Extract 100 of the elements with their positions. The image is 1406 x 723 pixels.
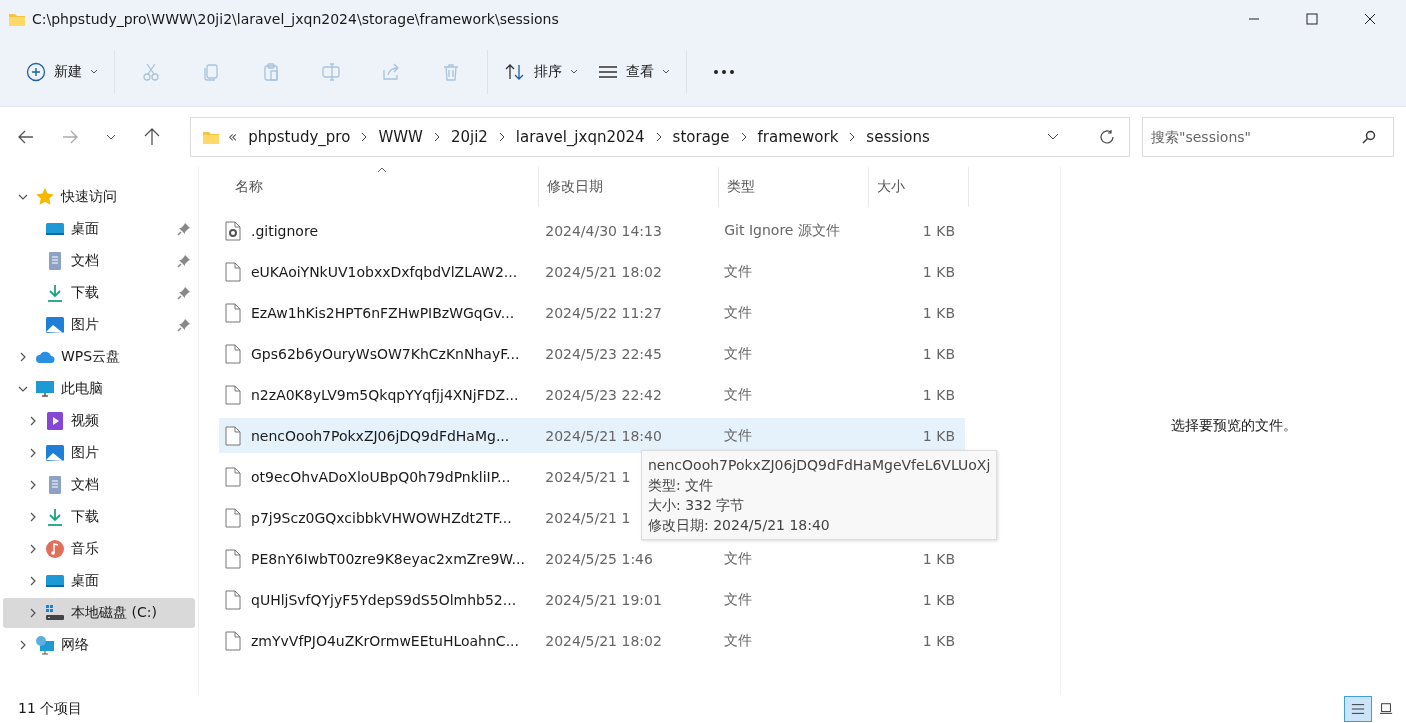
- file-type: 文件: [724, 549, 753, 568]
- refresh-icon[interactable]: [1099, 129, 1115, 145]
- column-header[interactable]: 修改日期: [539, 167, 719, 207]
- breadcrumb[interactable]: laravel_jxqn2024: [515, 128, 645, 146]
- file-row[interactable]: PE8nY6IwbT00zre9K8eyac2xmZre9W... 2024/5/25 1:46 文件 1 KB: [219, 541, 965, 576]
- close-icon[interactable]: [1364, 13, 1376, 25]
- column-header[interactable]: 类型: [719, 167, 869, 207]
- music-icon: [45, 539, 65, 559]
- rename-icon: [321, 62, 341, 82]
- expand-icon[interactable]: [28, 608, 38, 618]
- address-bar[interactable]: « phpstudy_pro WWW 20ji2 laravel_jxqn2024 storage framework sessions: [190, 117, 1130, 157]
- tree-item[interactable]: 本地磁盘 (C:): [3, 598, 195, 628]
- tree-item[interactable]: 网络: [3, 630, 195, 660]
- breadcrumb[interactable]: WWW: [378, 128, 423, 146]
- expand-icon[interactable]: [28, 416, 38, 426]
- file-row[interactable]: .gitignore 2024/4/30 14:13 Git Ignore 源文件 1 KB: [219, 213, 965, 248]
- expand-icon[interactable]: [28, 512, 38, 522]
- download-icon: [45, 283, 65, 303]
- breadcrumb[interactable]: phpstudy_pro: [248, 128, 351, 146]
- more-icon[interactable]: [713, 69, 735, 75]
- sort-button[interactable]: 排序: [494, 53, 588, 91]
- breadcrumb[interactable]: sessions: [866, 128, 930, 146]
- new-button[interactable]: 新建: [16, 53, 108, 91]
- expand-icon[interactable]: [18, 640, 28, 650]
- file-size: 1 KB: [922, 550, 955, 567]
- file-row[interactable]: EzAw1hKis2HPT6nFZHwPIBzWGqGv... 2024/5/22 11:27 文件 1 KB: [219, 295, 965, 330]
- pin-icon[interactable]: [177, 254, 191, 268]
- drive-icon: [45, 603, 65, 623]
- modified-date: 2024/5/21 19:01: [545, 591, 662, 608]
- tree-item[interactable]: 音乐: [3, 534, 195, 564]
- expand-icon[interactable]: [18, 352, 28, 362]
- file-row[interactable]: n2zA0K8yLV9m5QkqpYYqfjj4XNjFDZ... 2024/5/23 22:42 文件 1 KB: [219, 377, 965, 412]
- file-name: EzAw1hKis2HPT6nFZHwPIBzWGqGv...: [251, 304, 515, 321]
- tree-item[interactable]: 下载: [3, 278, 195, 308]
- copy-icon: [201, 62, 221, 82]
- overflow-mark[interactable]: «: [228, 128, 238, 146]
- file-icon: [225, 548, 241, 569]
- modified-date: 2024/5/21 18:40: [545, 427, 662, 444]
- file-icon: [225, 261, 241, 282]
- chevron-icon: [361, 132, 368, 142]
- file-row[interactable]: eUKAoiYNkUV1obxxDxfqbdVlZLAW2... 2024/5/21 18:02 文件 1 KB: [219, 254, 965, 289]
- tree-item[interactable]: 视频: [3, 406, 195, 436]
- pictures-icon: [45, 315, 65, 335]
- recent-locations-icon[interactable]: [106, 134, 116, 140]
- file-name: ot9ecOhvADoXloUBpQ0h79dPnkliIP...: [251, 468, 511, 485]
- file-row[interactable]: nencOooh7PokxZJ06jDQ9dFdHaMg... 2024/5/21 18:40 文件 1 KB: [219, 418, 965, 453]
- tree-item[interactable]: 桌面: [3, 214, 195, 244]
- tree-item[interactable]: 图片: [3, 438, 195, 468]
- tooltip-line: 大小: 332 字节: [648, 496, 746, 515]
- collapse-icon[interactable]: [18, 192, 28, 202]
- expand-icon[interactable]: [28, 448, 38, 458]
- collapse-icon[interactable]: [18, 384, 28, 394]
- tree-item[interactable]: 下载: [3, 502, 195, 532]
- breadcrumb[interactable]: storage: [672, 128, 730, 146]
- tree-item[interactable]: 桌面: [3, 566, 195, 596]
- file-name: p7j9Scz0GQxcibbkVHWOWHZdt2TF...: [251, 509, 512, 526]
- tree-item[interactable]: 文档: [3, 470, 195, 500]
- expand-icon[interactable]: [28, 480, 38, 490]
- view-button[interactable]: 查看: [588, 53, 680, 91]
- tree-item[interactable]: 快速访问: [3, 182, 195, 212]
- modified-date: 2024/5/23 22:42: [545, 386, 662, 403]
- tree-item[interactable]: 此电脑: [3, 374, 195, 404]
- file-size: 1 KB: [922, 263, 955, 280]
- file-icon: [225, 630, 241, 651]
- breadcrumb[interactable]: framework: [757, 128, 839, 146]
- search-field[interactable]: 搜索"sessions": [1142, 117, 1394, 157]
- modified-date: 2024/4/30 14:13: [545, 222, 662, 239]
- dropdown-icon[interactable]: [1047, 133, 1059, 141]
- pin-icon[interactable]: [177, 318, 191, 332]
- tree-item[interactable]: 文档: [3, 246, 195, 276]
- expand-icon[interactable]: [28, 576, 38, 586]
- search-icon: [1362, 130, 1376, 144]
- file-icon: [225, 589, 241, 610]
- file-row[interactable]: qUHljSvfQYjyF5YdepS9dS5Olmhb52... 2024/5/21 19:01 文件 1 KB: [219, 582, 965, 617]
- file-icon: [225, 302, 241, 323]
- file-name: eUKAoiYNkUV1obxxDxfqbdVlZLAW2...: [251, 263, 518, 280]
- file-icon: [225, 425, 241, 446]
- star-icon: [35, 187, 55, 207]
- file-row[interactable]: zmYvVfPJO4uZKrOrmwEEtuHLoahnC... 2024/5/21 18:02 文件 1 KB: [219, 623, 965, 658]
- details-view-button[interactable]: [1344, 696, 1372, 722]
- file-size: 1 KB: [922, 591, 955, 608]
- expand-icon[interactable]: [28, 544, 38, 554]
- file-name: zmYvVfPJO4uZKrOrmwEEtuHLoahnC...: [251, 632, 519, 649]
- back-icon[interactable]: [18, 130, 34, 144]
- caret-icon: [570, 69, 578, 75]
- pin-icon[interactable]: [177, 286, 191, 300]
- column-header[interactable]: 名称: [219, 167, 539, 207]
- breadcrumb[interactable]: 20ji2: [450, 128, 488, 146]
- file-row[interactable]: Gps62b6yOuryWsOW7KhCzKnNhayF... 2024/5/23 22:45 文件 1 KB: [219, 336, 965, 371]
- maximize-icon[interactable]: [1306, 13, 1318, 25]
- column-header[interactable]: 大小: [869, 167, 969, 207]
- tree-item[interactable]: 图片: [3, 310, 195, 340]
- window-title: C:\phpstudy_pro\WWW\20ji2\laravel_jxqn2024\storage\framework\sessions: [32, 11, 559, 27]
- pin-icon[interactable]: [177, 222, 191, 236]
- up-icon[interactable]: [144, 128, 160, 146]
- file-type: Git Ignore 源文件: [724, 221, 840, 240]
- tree-item[interactable]: WPS云盘: [3, 342, 195, 372]
- folder-icon: [201, 129, 221, 145]
- file-type: 文件: [724, 590, 753, 609]
- modified-date: 2024/5/22 11:27: [545, 304, 662, 321]
